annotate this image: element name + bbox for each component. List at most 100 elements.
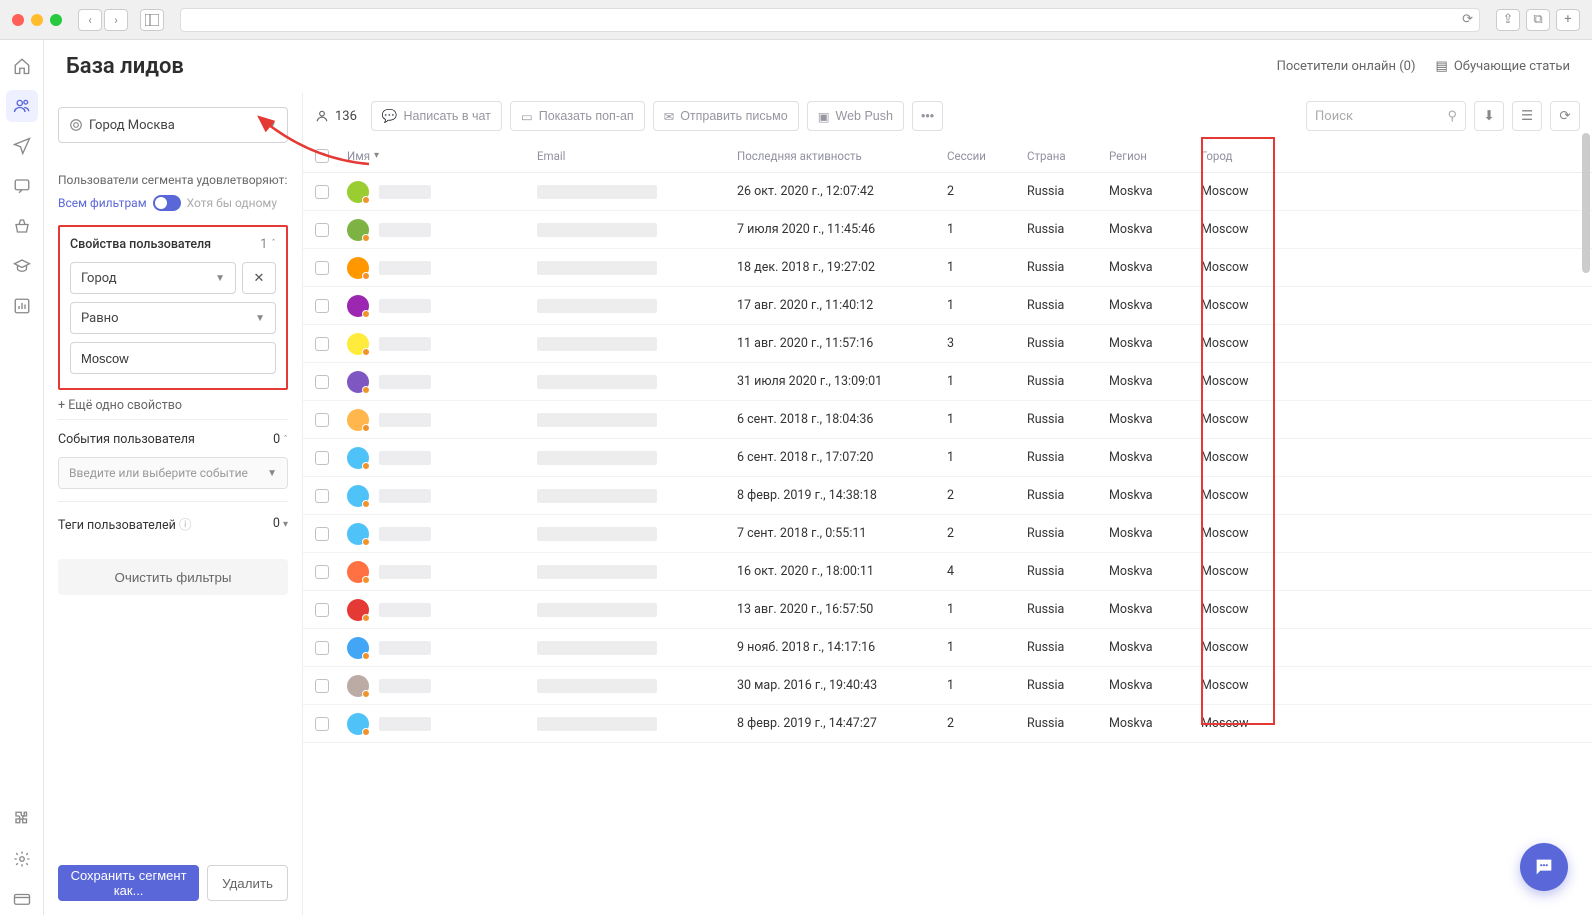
select-all-checkbox[interactable] [315, 149, 329, 163]
filter-columns-button[interactable]: ☰ [1512, 101, 1542, 131]
nav-basket-icon[interactable] [6, 210, 38, 242]
chevron-up-icon[interactable]: ˆ [283, 435, 288, 446]
table-row[interactable]: 31 июля 2020 г., 13:09:01 1 Russia Moskv… [303, 363, 1592, 401]
email-redacted [537, 223, 657, 237]
row-checkbox[interactable] [315, 527, 329, 541]
event-select[interactable]: Введите или выберите событие ▼ [58, 457, 288, 489]
sessions-cell: 4 [947, 564, 1027, 579]
row-checkbox[interactable] [315, 261, 329, 275]
share-icon[interactable]: ⇪ [1496, 9, 1520, 31]
send-email-button[interactable]: ✉Отправить письмо [653, 101, 799, 131]
tutorials-link[interactable]: ▤ Обучающие статьи [1436, 59, 1570, 74]
tutorials-label: Обучающие статьи [1454, 59, 1570, 74]
region-cell: Moskva [1109, 488, 1201, 503]
column-country[interactable]: Страна [1027, 149, 1109, 163]
row-checkbox[interactable] [315, 641, 329, 655]
more-actions-button[interactable]: ••• [912, 101, 943, 131]
column-activity[interactable]: Последняя активность [737, 149, 947, 163]
new-tab-icon[interactable]: + [1556, 9, 1580, 31]
name-redacted [379, 603, 431, 617]
scrollbar[interactable] [1582, 133, 1590, 273]
table-row[interactable]: 11 авг. 2020 г., 11:57:16 3 Russia Moskv… [303, 325, 1592, 363]
nav-leads-icon[interactable] [6, 90, 38, 122]
filter-mode-all[interactable]: Всем фильтрам [58, 196, 147, 210]
email-redacted [537, 489, 657, 503]
row-checkbox[interactable] [315, 489, 329, 503]
help-icon[interactable]: ⓘ [179, 518, 192, 533]
row-checkbox[interactable] [315, 413, 329, 427]
table-row[interactable]: 6 сент. 2018 г., 18:04:36 1 Russia Moskv… [303, 401, 1592, 439]
column-sessions[interactable]: Сессии [947, 149, 1027, 163]
filter-value-input[interactable] [70, 342, 276, 374]
filter-mode-any[interactable]: Хотя бы одному [187, 196, 277, 210]
table-row[interactable]: 7 сент. 2018 г., 0:55:11 2 Russia Moskva… [303, 515, 1592, 553]
minimize-window[interactable] [31, 14, 43, 26]
row-checkbox[interactable] [315, 375, 329, 389]
filter-mode-switch[interactable] [153, 195, 181, 211]
row-checkbox[interactable] [315, 299, 329, 313]
back-button[interactable]: ‹ [78, 9, 102, 31]
clear-filters-button[interactable]: Очистить фильтры [58, 559, 288, 595]
visitors-online-link[interactable]: Посетители онлайн (0) [1277, 59, 1416, 74]
nav-billing-icon[interactable] [6, 883, 38, 915]
operator-select[interactable]: Равно ▼ [70, 302, 276, 334]
nav-settings-icon[interactable] [6, 843, 38, 875]
avatar [347, 181, 369, 203]
nav-education-icon[interactable] [6, 250, 38, 282]
sort-icon: ▾ [374, 150, 379, 161]
table-row[interactable]: 16 окт. 2020 г., 18:00:11 4 Russia Moskv… [303, 553, 1592, 591]
city-cell: Moscow [1201, 412, 1291, 427]
forward-button[interactable]: › [104, 9, 128, 31]
web-push-button[interactable]: ▣Web Push [807, 101, 904, 131]
add-property-button[interactable]: + Ещё одно свойство [58, 392, 288, 419]
table-rows: 26 окт. 2020 г., 12:07:42 2 Russia Moskv… [303, 173, 1592, 915]
table-row[interactable]: 7 июля 2020 г., 11:45:46 1 Russia Moskva… [303, 211, 1592, 249]
table-row[interactable]: 30 мар. 2016 г., 19:40:43 1 Russia Moskv… [303, 667, 1592, 705]
row-checkbox[interactable] [315, 223, 329, 237]
column-name[interactable]: Имя ▾ [347, 149, 537, 163]
column-email[interactable]: Email [537, 149, 737, 163]
sidebar-toggle[interactable] [140, 9, 164, 31]
row-checkbox[interactable] [315, 679, 329, 693]
segment-selector[interactable]: Город Москва ▼ [58, 107, 288, 143]
remove-filter-button[interactable]: ✕ [242, 262, 276, 294]
table-row[interactable]: 13 авг. 2020 г., 16:57:50 1 Russia Moskv… [303, 591, 1592, 629]
show-popup-button[interactable]: ▭Показать поп-ап [510, 101, 645, 131]
search-input[interactable]: Поиск ⚲ [1306, 101, 1466, 131]
table-row[interactable]: 17 авг. 2020 г., 11:40:12 1 Russia Moskv… [303, 287, 1592, 325]
write-chat-button[interactable]: 💬Написать в чат [371, 101, 502, 131]
row-checkbox[interactable] [315, 451, 329, 465]
table-row[interactable]: 8 февр. 2019 г., 14:38:18 2 Russia Moskv… [303, 477, 1592, 515]
nav-send-icon[interactable] [6, 130, 38, 162]
save-segment-button[interactable]: Сохранить сегмент как... [58, 865, 199, 901]
nav-home-icon[interactable] [6, 50, 38, 82]
table-row[interactable]: 18 дек. 2018 г., 19:27:02 1 Russia Moskv… [303, 249, 1592, 287]
nav-chat-icon[interactable] [6, 170, 38, 202]
row-checkbox[interactable] [315, 185, 329, 199]
refresh-button[interactable]: ⟳ [1550, 101, 1580, 131]
row-checkbox[interactable] [315, 603, 329, 617]
table-row[interactable]: 8 февр. 2019 г., 14:47:27 2 Russia Moskv… [303, 705, 1592, 743]
reload-icon[interactable]: ⟳ [1462, 12, 1473, 27]
nav-analytics-icon[interactable] [6, 290, 38, 322]
row-checkbox[interactable] [315, 565, 329, 579]
chat-fab[interactable] [1520, 843, 1568, 891]
row-checkbox[interactable] [315, 717, 329, 731]
delete-segment-button[interactable]: Удалить [207, 865, 288, 901]
download-button[interactable]: ⬇ [1474, 101, 1504, 131]
address-bar[interactable]: ⟳ [180, 8, 1480, 32]
row-checkbox[interactable] [315, 337, 329, 351]
maximize-window[interactable] [50, 14, 62, 26]
table-row[interactable]: 9 нояб. 2018 г., 14:17:16 1 Russia Moskv… [303, 629, 1592, 667]
chevron-down-icon[interactable]: ▾ [283, 519, 288, 530]
table-row[interactable]: 6 сент. 2018 г., 17:07:20 1 Russia Moskv… [303, 439, 1592, 477]
chevron-up-icon[interactable]: ˆ [271, 239, 276, 250]
close-window[interactable] [12, 14, 24, 26]
nav-extensions-icon[interactable] [6, 803, 38, 835]
column-region[interactable]: Регион [1109, 149, 1201, 163]
avatar [347, 409, 369, 431]
tabs-icon[interactable]: ⧉ [1526, 9, 1550, 31]
column-city[interactable]: Город [1201, 149, 1291, 163]
property-select[interactable]: Город ▼ [70, 262, 236, 294]
table-row[interactable]: 26 окт. 2020 г., 12:07:42 2 Russia Moskv… [303, 173, 1592, 211]
